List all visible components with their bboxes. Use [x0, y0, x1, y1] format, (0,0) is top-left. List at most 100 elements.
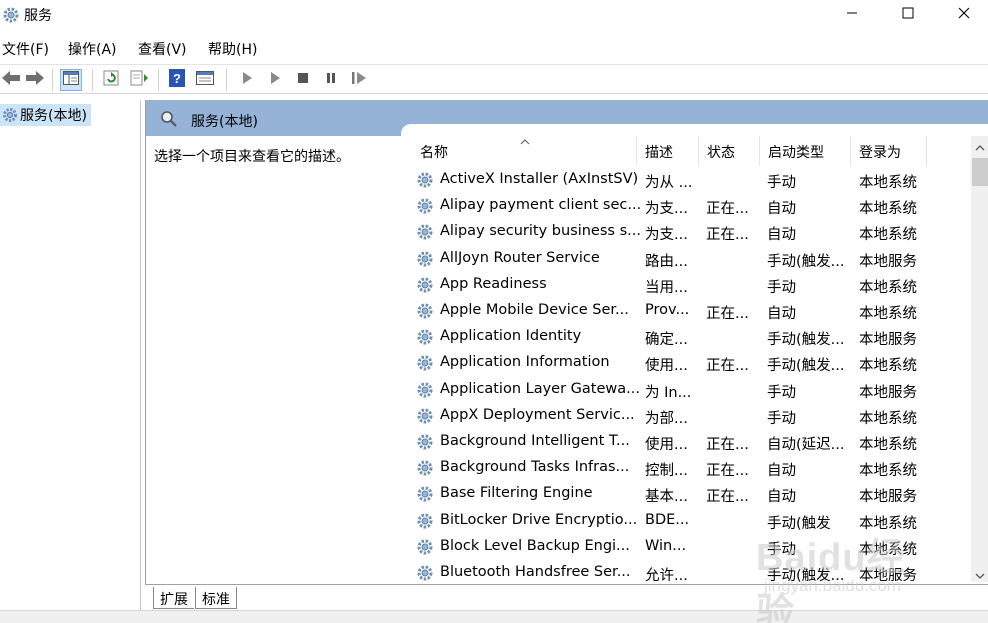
stop-service-icon	[297, 72, 309, 88]
maximize-button[interactable]	[880, 0, 936, 30]
start-service-button[interactable]	[236, 69, 258, 91]
table-row[interactable]: Bluetooth Handsfree Ser... 允许... 手动(触发... 本…	[414, 560, 974, 586]
table-row[interactable]: AllJoyn Router Service 路由... 手动(触发... 本地服务	[414, 246, 974, 272]
column-header-description[interactable]: 描述	[637, 136, 699, 166]
service-description: 确定...	[645, 332, 688, 349]
scrollbar-thumb[interactable]	[972, 158, 988, 186]
service-log-on-as: 本地系统	[859, 358, 917, 375]
service-log-on-as: 本地服务	[859, 489, 917, 506]
table-row[interactable]: Alipay payment client sec... 为支... 正在... 自动…	[414, 193, 974, 219]
export-list-icon	[130, 70, 148, 90]
service-description: 基本...	[645, 489, 688, 506]
table-row[interactable]: App Readiness 当用... 手动 本地系统	[414, 272, 974, 298]
forward-button[interactable]	[24, 69, 46, 91]
service-name: App Readiness	[440, 275, 547, 292]
service-status: 正在...	[706, 201, 749, 218]
table-row[interactable]: Background Intelligent T... 使用... 正在... 自动(…	[414, 429, 974, 455]
service-description: 使用...	[645, 358, 688, 375]
column-header-startup-type[interactable]: 启动类型	[760, 136, 851, 166]
service-gear-icon	[416, 459, 434, 481]
service-name: Alipay security business s...	[440, 223, 640, 240]
properties-icon	[196, 71, 214, 89]
minimize-button[interactable]	[824, 0, 880, 30]
forward-arrow-icon	[26, 71, 44, 89]
tab-extended[interactable]: 扩展	[153, 587, 194, 609]
service-log-on-as: 本地系统	[859, 410, 917, 427]
service-startup-type: 自动(延迟...	[767, 437, 845, 453]
table-row[interactable]: Apple Mobile Device Ser... Prov... 正在... 自动…	[414, 298, 974, 324]
help-button[interactable]: ?	[166, 69, 188, 91]
minimize-icon	[846, 7, 858, 23]
service-name: Base Filtering Engine	[440, 485, 593, 502]
service-description: BDE...	[645, 511, 690, 528]
service-gear-icon	[416, 250, 434, 272]
service-status: 正在...	[706, 306, 749, 322]
tree-item-services-local[interactable]: 服务(本地)	[0, 104, 91, 126]
menu-file[interactable]: 文件(F)	[2, 39, 49, 59]
service-name: Application Identity	[440, 328, 582, 345]
back-arrow-icon	[2, 71, 20, 89]
scroll-up-icon[interactable]	[975, 140, 985, 156]
menu-help[interactable]: 帮助(H)	[208, 39, 257, 59]
table-row[interactable]: Base Filtering Engine 基本... 正在... 自动 本地服务	[414, 481, 974, 507]
show-hide-tree-button[interactable]	[60, 69, 82, 91]
menu-action[interactable]: 操作(A)	[68, 39, 117, 59]
service-startup-type: 手动	[767, 541, 796, 558]
service-gear-icon	[416, 538, 434, 560]
table-row[interactable]: Application Layer Gatewa... 为 In... 手动 本地服务	[414, 377, 974, 403]
service-startup-type: 自动	[767, 201, 796, 218]
service-gear-icon	[416, 171, 434, 193]
properties-button[interactable]	[194, 69, 216, 91]
title-bar: 服务	[0, 0, 988, 32]
status-bar	[0, 610, 988, 623]
table-row[interactable]: AppX Deployment Servic... 为部... 手动 本地系统	[414, 403, 974, 429]
column-header-log-on-as[interactable]: 登录为	[851, 136, 927, 166]
table-row[interactable]: BitLocker Drive Encryptio... BDE... 手动(触发 本…	[414, 508, 974, 534]
table-row[interactable]: Alipay security business s... 为支... 正在... 自…	[414, 219, 974, 245]
close-button[interactable]	[936, 0, 988, 30]
service-gear-icon	[416, 302, 434, 324]
service-status: 正在...	[706, 437, 749, 453]
export-list-button[interactable]	[128, 69, 150, 91]
tab-standard[interactable]: 标准	[195, 587, 237, 609]
service-gear-icon	[416, 564, 434, 586]
stop-service-button[interactable]	[292, 69, 314, 91]
service-gear-icon	[416, 354, 434, 376]
service-startup-type: 自动	[767, 306, 796, 322]
service-log-on-as: 本地系统	[859, 279, 917, 296]
pause-service-button[interactable]	[320, 69, 342, 91]
resume-service-icon	[351, 71, 367, 89]
start-service-alt-button[interactable]	[264, 69, 286, 91]
service-gear-icon	[416, 328, 434, 350]
resume-service-button[interactable]	[348, 69, 370, 91]
service-status: 正在...	[706, 463, 749, 480]
service-startup-type: 手动(触发...	[767, 332, 845, 349]
scroll-down-icon[interactable]	[975, 568, 985, 584]
view-tabs: 扩展 标准	[145, 584, 988, 610]
service-gear-icon	[416, 381, 434, 403]
service-log-on-as: 本地系统	[859, 227, 917, 244]
service-startup-type: 手动	[767, 175, 796, 191]
service-description: 为 In...	[645, 384, 692, 401]
gear-icon	[2, 6, 20, 24]
service-log-on-as: 本地服务	[859, 332, 917, 349]
table-row[interactable]: Background Tasks Infras... 控制... 正在... 自动 本地…	[414, 455, 974, 481]
service-description: 路由...	[645, 253, 688, 270]
service-name: ActiveX Installer (AxInstSV)	[440, 171, 639, 187]
column-header-status[interactable]: 状态	[699, 136, 760, 166]
table-row[interactable]: Application Identity 确定... 手动(触发... 本地服务	[414, 324, 974, 350]
table-row[interactable]: ActiveX Installer (AxInstSV) 为从 ... 手动 本地系统	[414, 167, 974, 193]
column-header-name[interactable]: 名称	[412, 136, 637, 166]
table-row[interactable]: Block Level Backup Engi... Win... 手动 本地系统	[414, 534, 974, 560]
menu-view[interactable]: 查看(V)	[138, 39, 187, 59]
service-status: 正在...	[706, 358, 749, 375]
back-button[interactable]	[0, 69, 22, 91]
service-gear-icon	[416, 223, 434, 245]
table-row[interactable]: Application Information 使用... 正在... 手动(触发..…	[414, 350, 974, 376]
pane-title: 服务(本地)	[191, 114, 258, 130]
close-icon	[958, 7, 970, 23]
refresh-button[interactable]	[100, 69, 122, 91]
service-name: AllJoyn Router Service	[440, 249, 600, 266]
vertical-scrollbar[interactable]	[971, 136, 988, 582]
service-log-on-as: 本地系统	[859, 306, 917, 322]
